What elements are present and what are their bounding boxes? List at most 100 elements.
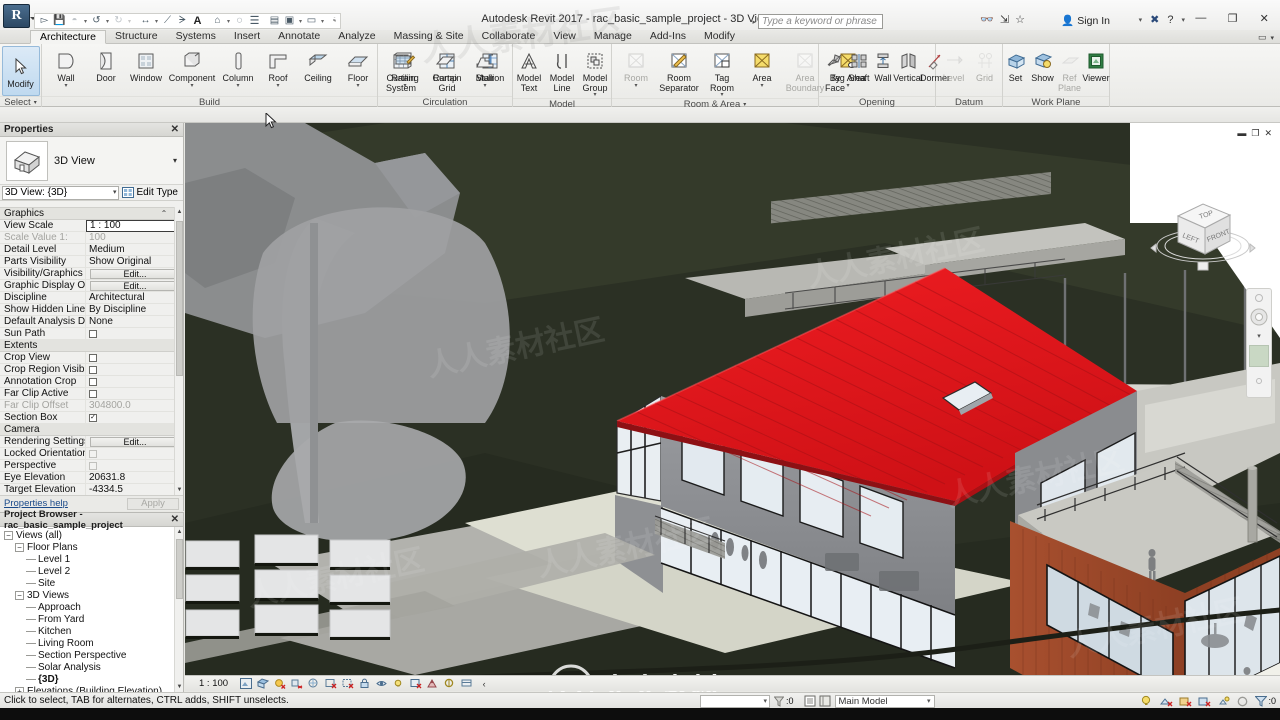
property-checkbox[interactable] xyxy=(89,389,97,398)
tab-view[interactable]: View xyxy=(544,29,585,43)
save-icon[interactable]: 💾 xyxy=(52,14,67,28)
signin-dropdown-icon[interactable]: ▾ xyxy=(1139,16,1143,24)
navigation-bar[interactable]: ▾ xyxy=(1246,288,1272,398)
grid-button[interactable]: Grid xyxy=(969,46,1000,84)
component-button[interactable]: Component ▾ xyxy=(166,46,218,89)
filter-status[interactable]: :0 xyxy=(774,696,794,707)
tree-node[interactable]: From Yard xyxy=(0,613,174,625)
property-value[interactable]: By Discipline xyxy=(85,303,183,316)
property-value[interactable]: Edit... xyxy=(85,435,183,448)
show-workplane-button[interactable]: Show xyxy=(1029,46,1057,84)
3d-viewport[interactable]: ▬ ❐ ✕ TOP LEFT FRONT ▾ xyxy=(185,123,1280,675)
floor-button[interactable]: Floor ▾ xyxy=(338,46,378,89)
exclude-options-icon[interactable] xyxy=(1160,695,1173,708)
type-selector-combo[interactable]: 3D View: {3D} ▾ xyxy=(2,185,120,200)
project-browser-scrollbar[interactable]: ▲ ▼ xyxy=(174,527,183,692)
browser-scroll-up-icon[interactable]: ▲ xyxy=(175,527,184,537)
detail-level-icon[interactable] xyxy=(239,677,253,690)
property-row[interactable]: Sun Path xyxy=(0,327,183,340)
property-value[interactable] xyxy=(85,387,183,400)
switch-windows-dropdown-icon[interactable]: ▾ xyxy=(297,18,304,25)
railing-button[interactable]: Railing ▾ xyxy=(385,46,425,89)
rendering-dialog-icon[interactable] xyxy=(307,677,321,690)
select-dropdown-icon[interactable]: ▾ xyxy=(34,99,37,106)
reveal-hidden-elements-icon[interactable] xyxy=(392,677,406,690)
property-value[interactable]: 20631.8 xyxy=(85,471,183,484)
tree-expander-icon[interactable]: − xyxy=(15,590,24,600)
door-button[interactable]: Door xyxy=(86,46,126,84)
3d-view-dropdown-icon[interactable]: ▾ xyxy=(225,18,232,25)
roof-button[interactable]: Roof ▾ xyxy=(258,46,298,89)
ref-plane-button[interactable]: Ref Plane xyxy=(1057,46,1083,93)
property-row[interactable]: Rendering Settings Edit... xyxy=(0,435,183,448)
component-dropdown-icon[interactable]: ▾ xyxy=(190,83,193,89)
properties-scroll-down-icon[interactable]: ▼ xyxy=(175,485,184,495)
lock-3d-view-icon[interactable] xyxy=(358,677,372,690)
design-options-icon[interactable] xyxy=(1141,695,1154,708)
property-row[interactable]: Detail Level Medium xyxy=(0,243,183,256)
property-checkbox[interactable]: ✓ xyxy=(89,413,97,422)
aligned-dimension-icon[interactable]: ⟋ xyxy=(160,14,175,28)
visual-style-icon[interactable] xyxy=(256,677,270,690)
tree-node[interactable]: Section Perspective xyxy=(0,649,174,661)
property-value[interactable]: Architectural xyxy=(85,291,183,304)
properties-scroll-thumb[interactable] xyxy=(176,221,183,376)
property-value[interactable]: Edit... xyxy=(85,279,183,292)
property-row[interactable]: Target Elevation -4334.5 xyxy=(0,483,183,495)
shaft-button[interactable]: Shaft xyxy=(847,46,871,84)
active-workset-icon[interactable] xyxy=(1179,695,1192,708)
ribbon-state-dropdown-icon[interactable]: ▾ xyxy=(1270,34,1274,42)
property-value[interactable] xyxy=(85,459,183,472)
wall-button[interactable]: Wall ▾ xyxy=(46,46,86,89)
area-button[interactable]: Area ▾ xyxy=(742,46,782,89)
property-value[interactable]: ✓ xyxy=(85,411,183,424)
properties-help-link[interactable]: Properties help xyxy=(4,498,68,509)
close-view-icon[interactable]: ✕ xyxy=(1264,128,1272,139)
binoculars-icon[interactable]: 👓 xyxy=(980,13,994,26)
property-value[interactable]: None xyxy=(85,315,183,328)
tile-windows-icon[interactable]: ▭ xyxy=(304,14,319,28)
steering-wheel-small-icon[interactable] xyxy=(1255,294,1263,302)
model-group-button[interactable]: Model Group ▾ xyxy=(579,46,612,98)
property-row[interactable]: Crop Region Visible xyxy=(0,363,183,376)
set-workplane-button[interactable]: Set xyxy=(1003,46,1029,84)
minimize-button[interactable]: — xyxy=(1185,8,1217,28)
navbar-bottom-icon[interactable] xyxy=(1256,378,1262,384)
tree-node[interactable]: −3D Views xyxy=(0,589,174,601)
tab-modify[interactable]: Modify xyxy=(695,29,744,43)
status-combo[interactable]: ▾ xyxy=(700,694,770,708)
property-checkbox[interactable] xyxy=(89,377,97,386)
stair-dropdown-icon[interactable]: ▾ xyxy=(483,83,486,89)
crop-view-icon[interactable] xyxy=(324,677,338,690)
tab-addins[interactable]: Add-Ins xyxy=(641,29,695,43)
workplane-viewer-button[interactable]: Viewer xyxy=(1082,46,1110,84)
property-value[interactable] xyxy=(85,363,183,376)
view-scale-display[interactable]: 1 : 100 xyxy=(199,678,228,689)
railing-dropdown-icon[interactable]: ▾ xyxy=(403,83,406,89)
property-value[interactable] xyxy=(85,375,183,388)
project-browser-close-icon[interactable]: ✕ xyxy=(171,514,179,525)
room-separator-button[interactable]: Room Separator xyxy=(656,46,702,93)
help-icon[interactable]: ? xyxy=(1167,14,1173,26)
property-value[interactable]: Show Original xyxy=(85,255,183,268)
property-edit-button[interactable]: Edit... xyxy=(90,268,180,279)
property-row[interactable]: Show Hidden Lines By Discipline xyxy=(0,303,183,316)
area-dropdown-icon[interactable]: ▾ xyxy=(760,83,763,89)
tab-annotate[interactable]: Annotate xyxy=(269,29,329,43)
main-model-chevron-down-icon[interactable]: ▾ xyxy=(927,697,931,705)
tree-node[interactable]: + Elevations (Building Elevation) xyxy=(0,685,174,692)
sign-in-button[interactable]: 👤 Sign In xyxy=(1061,14,1110,28)
tree-node[interactable]: Kitchen xyxy=(0,625,174,637)
ceiling-button[interactable]: Ceiling xyxy=(298,46,338,84)
autodesk-x-icon[interactable]: ✖ xyxy=(1150,13,1159,26)
temporary-hide-isolate-icon[interactable] xyxy=(375,677,389,690)
redo-dropdown-icon[interactable]: ▾ xyxy=(126,18,133,25)
modify-button[interactable]: Modify xyxy=(1,46,40,96)
temporary-view-properties-icon[interactable] xyxy=(409,677,423,690)
properties-scroll-up-icon[interactable]: ▲ xyxy=(175,207,184,217)
tree-node[interactable]: Level 2 xyxy=(0,565,174,577)
default-3d-view-icon[interactable]: ⌂ xyxy=(210,14,225,28)
worksets-icon[interactable] xyxy=(804,695,816,707)
restore-icon[interactable]: ▬ xyxy=(1237,128,1246,139)
by-face-button[interactable]: By Face xyxy=(823,46,847,93)
